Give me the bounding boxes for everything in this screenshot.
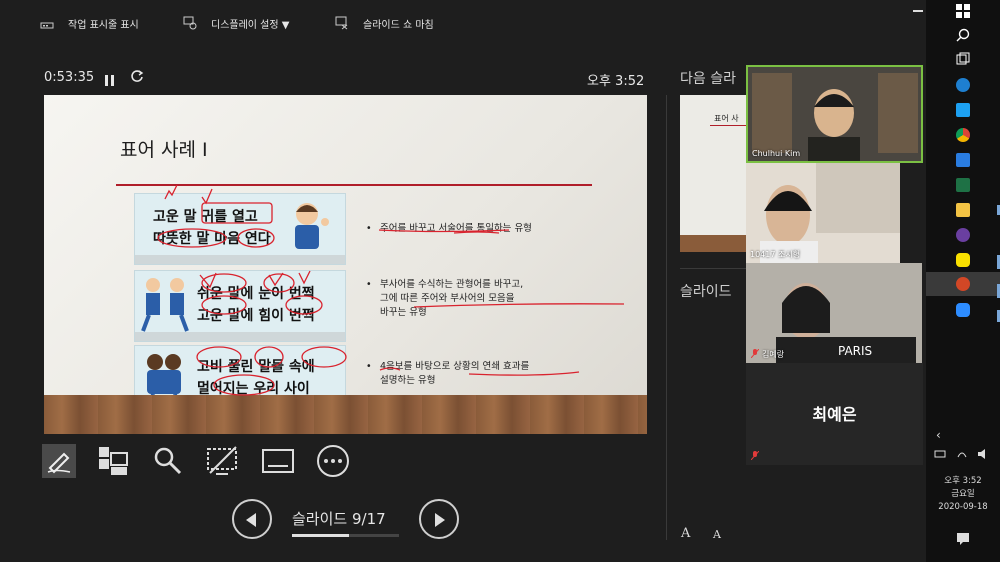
grid-slides-icon xyxy=(99,447,128,475)
magnifier-icon xyxy=(154,447,182,475)
bookshelf-background xyxy=(748,67,921,161)
pen-icon xyxy=(47,452,71,474)
chrome-icon[interactable] xyxy=(956,128,970,142)
pause-timer-button[interactable] xyxy=(105,71,117,86)
presenter-toolbar: 작업 표시줄 표시 디스플레이 설정 ▼ 슬라이드 쇼 마침 xyxy=(0,0,926,44)
more-options-button[interactable] xyxy=(316,444,350,478)
pen-annotations xyxy=(157,184,625,396)
tray-clock[interactable]: 오후 3:52 금요일 2020-09-18 xyxy=(926,475,1000,514)
chevron-left-icon[interactable]: ‹ xyxy=(936,428,941,442)
muted-mic-icon xyxy=(751,349,759,358)
next-slide-title: 표어 사 xyxy=(714,114,739,123)
show-taskbar-label: 작업 표시줄 표시 xyxy=(68,19,139,31)
system-tray-icons[interactable] xyxy=(934,448,994,460)
tray-time: 오후 3:52 xyxy=(944,476,982,486)
tray-day: 금요일 xyxy=(951,489,975,499)
taskbar-icon xyxy=(40,22,54,29)
slide-progress-fill xyxy=(292,534,349,537)
more-icon xyxy=(317,445,349,477)
media-app-icon[interactable] xyxy=(956,228,970,242)
end-slideshow-label: 슬라이드 쇼 마침 xyxy=(363,19,434,31)
elapsed-timer: 0:53:35 xyxy=(44,70,95,85)
current-slide[interactable]: 표어 사례 I 고운 말 귀를 열고 따뜻한 말 마음 연다 쉬운 말에 눈이 … xyxy=(44,95,647,434)
next-slide-thumbnail[interactable]: 표어 사 xyxy=(680,95,750,252)
room-background xyxy=(746,163,900,263)
decrease-font-button[interactable]: A xyxy=(713,528,721,541)
next-slide-floor xyxy=(680,235,750,252)
notes-separator xyxy=(680,268,746,269)
increase-font-button[interactable]: A xyxy=(681,526,690,541)
notes-label: 슬라이드 xyxy=(680,284,732,300)
screen-off-icon xyxy=(207,446,237,475)
display-settings-button[interactable]: 디스플레이 설정 ▼ xyxy=(183,14,289,32)
windows-taskbar: 오후 3:52 금요일 2020-09-18 xyxy=(926,0,1000,562)
previous-slide-button[interactable] xyxy=(232,499,272,539)
video-tile-participant-2[interactable]: 10417 조시형 xyxy=(746,163,900,263)
show-taskbar-button[interactable]: 작업 표시줄 표시 xyxy=(40,14,139,32)
file-explorer-icon[interactable] xyxy=(956,203,970,217)
video-tile-active-speaker[interactable]: Chulhui Kim xyxy=(746,65,923,163)
panel-divider xyxy=(666,95,667,540)
video-tile-participant-4[interactable]: 최예은 xyxy=(746,363,923,465)
task-view-icon[interactable] xyxy=(956,52,970,66)
restart-timer-icon[interactable] xyxy=(130,69,144,83)
subtitles-icon xyxy=(262,449,294,473)
participant-name-2: 10417 조시형 xyxy=(750,250,801,259)
next-slide-button[interactable] xyxy=(419,499,459,539)
slide-counter: 슬라이드 9/17 xyxy=(292,510,386,528)
store-icon[interactable] xyxy=(956,153,970,167)
presenter-view-screen: 작업 표시줄 표시 디스플레이 설정 ▼ 슬라이드 쇼 마침 0:53:35 오… xyxy=(0,0,1000,562)
display-settings-icon xyxy=(183,16,197,30)
twitter-icon[interactable] xyxy=(956,103,970,117)
tray-date: 2020-09-18 xyxy=(938,502,988,512)
end-slideshow-button[interactable]: 슬라이드 쇼 마침 xyxy=(335,14,434,32)
end-slideshow-icon xyxy=(335,16,348,30)
powerpoint-icon xyxy=(956,277,970,291)
pen-tool-button[interactable] xyxy=(42,444,76,478)
notification-icon[interactable] xyxy=(956,532,970,546)
see-all-slides-button[interactable] xyxy=(96,444,130,478)
search-icon[interactable] xyxy=(956,28,970,42)
slide-progress-bar xyxy=(292,534,399,537)
participant-name-1: Chulhui Kim xyxy=(752,149,801,158)
muted-mic-icon xyxy=(751,451,759,460)
kakaotalk-icon[interactable] xyxy=(956,253,970,267)
video-tile-participant-3[interactable]: PARIS 김예랑 xyxy=(746,263,922,363)
windows-start-icon[interactable] xyxy=(956,4,970,18)
edge-browser-icon[interactable] xyxy=(956,78,970,92)
participant-3-video: PARIS xyxy=(746,263,922,363)
participant-name-4: 최예은 xyxy=(812,405,857,424)
display-settings-label: 디스플레이 설정 ▼ xyxy=(211,19,290,31)
minimize-icon[interactable] xyxy=(913,10,923,12)
zoom-app-icon[interactable] xyxy=(956,303,970,317)
current-time: 오후 3:52 xyxy=(587,74,645,89)
participant-name-3: 김예랑 xyxy=(762,350,785,359)
black-screen-button[interactable] xyxy=(206,444,240,478)
zoom-button[interactable] xyxy=(151,444,185,478)
next-slide-underline xyxy=(710,125,750,126)
powerpoint-taskbar-item[interactable] xyxy=(926,272,1000,296)
subtitles-button[interactable] xyxy=(261,444,295,478)
svg-text:PARIS: PARIS xyxy=(838,344,872,358)
next-slide-label: 다음 슬라 xyxy=(680,71,736,87)
excel-icon[interactable] xyxy=(956,178,970,192)
